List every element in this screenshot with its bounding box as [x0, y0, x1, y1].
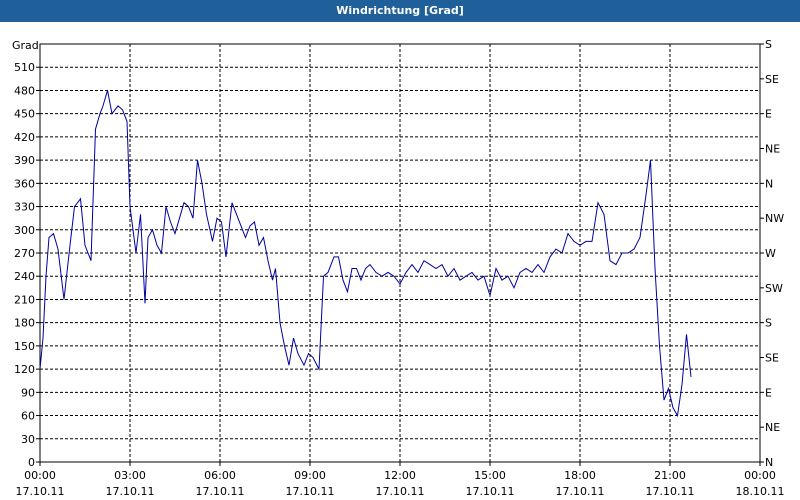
- right-axis-compass-labels: N NE E SE S SW W NW N NE E SE S: [760, 38, 784, 469]
- compass-label: SE: [765, 73, 779, 86]
- compass-label: W: [765, 247, 776, 260]
- x-tick-date: 17.10.11: [466, 485, 515, 498]
- x-tick-time: 12:00: [384, 469, 416, 482]
- x-tick-date: 17.10.11: [16, 485, 65, 498]
- x-tick-date: 17.10.11: [106, 485, 155, 498]
- x-tick-date: 17.10.11: [196, 485, 245, 498]
- x-tick-time: 06:00: [204, 469, 236, 482]
- x-tick-time: 21:00: [654, 469, 686, 482]
- y-tick-label: 0: [28, 456, 35, 469]
- chart-title: Windrichtung [Grad]: [0, 0, 800, 22]
- y-tick-label: 420: [14, 131, 35, 144]
- y-tick-label: 60: [21, 410, 35, 423]
- y-tick-label: 240: [14, 270, 35, 283]
- grid-lines: [40, 44, 760, 463]
- x-tick-date: 17.10.11: [556, 485, 605, 498]
- compass-label: SW: [765, 282, 783, 295]
- compass-label: NE: [765, 421, 780, 434]
- compass-label: N: [765, 177, 773, 190]
- y-tick-label: 150: [14, 340, 35, 353]
- compass-label: E: [765, 386, 772, 399]
- compass-label: S: [765, 317, 772, 330]
- compass-label: E: [765, 108, 772, 121]
- x-tick-date: 17.10.11: [646, 485, 695, 498]
- x-tick-date: 17.10.11: [286, 485, 335, 498]
- x-tick-time: 09:00: [294, 469, 326, 482]
- y-tick-label: 510: [14, 61, 35, 74]
- y-tick-label: 300: [14, 224, 35, 237]
- x-tick-time: 03:00: [114, 469, 146, 482]
- y-tick-label: 270: [14, 247, 35, 260]
- left-axis-ticks: 0 30 60 90 120 150 180 210 240 270 300 330 360 390 420…: [14, 61, 40, 469]
- x-tick-date: 17.10.11: [376, 485, 425, 498]
- wind-direction-chart: 0 30 60 90 120 150 180 210 240 270 300 330 360 390 420…: [12, 38, 785, 498]
- x-tick-time: 18:00: [564, 469, 596, 482]
- y-tick-label: 360: [14, 177, 35, 190]
- y-axis-unit-label: Grad: [12, 39, 39, 52]
- compass-label: NW: [765, 212, 784, 225]
- y-tick-label: 210: [14, 293, 35, 306]
- y-tick-label: 330: [14, 201, 35, 214]
- x-tick-time: 00:00: [24, 469, 56, 482]
- compass-label: SE: [765, 352, 779, 365]
- x-tick-time: 00:00: [744, 469, 776, 482]
- y-tick-label: 450: [14, 108, 35, 121]
- x-tick-date: 18.10.11: [736, 485, 785, 498]
- compass-label: NE: [765, 143, 780, 156]
- x-axis-ticks: 00:00 17.10.11 03:00 17.10.11 06:00 17.10.11 0…: [16, 462, 785, 498]
- compass-label: N: [765, 456, 773, 469]
- y-tick-label: 90: [21, 386, 35, 399]
- y-tick-label: 180: [14, 317, 35, 330]
- y-tick-label: 120: [14, 363, 35, 376]
- y-tick-label: 480: [14, 84, 35, 97]
- y-tick-label: 30: [21, 433, 35, 446]
- compass-label: S: [765, 38, 772, 51]
- x-tick-time: 15:00: [474, 469, 506, 482]
- y-tick-label: 390: [14, 154, 35, 167]
